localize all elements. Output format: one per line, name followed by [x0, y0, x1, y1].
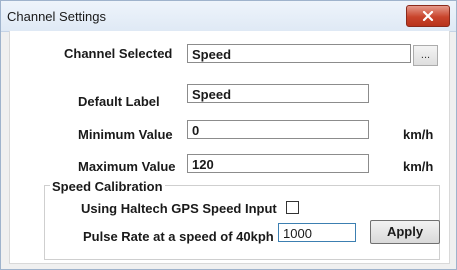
gps-checkbox-label: Using Haltech GPS Speed Input [81, 201, 277, 216]
pulse-rate-field[interactable]: 1000 [278, 223, 356, 242]
apply-button[interactable]: Apply [370, 220, 440, 244]
maximum-value-field[interactable]: 120 [187, 154, 369, 173]
gps-speed-input-checkbox[interactable] [286, 201, 299, 214]
channel-selected-field[interactable]: Speed [187, 44, 411, 63]
dialog-title: Channel Settings [7, 9, 107, 24]
close-button[interactable] [406, 5, 450, 27]
maximum-value-label: Maximum Value [78, 159, 176, 174]
speed-calibration-title: Speed Calibration [50, 179, 165, 194]
channel-selected-label: Channel Selected [64, 46, 173, 61]
close-icon [422, 11, 434, 21]
default-label-field[interactable]: Speed [187, 84, 369, 103]
minimum-unit: km/h [403, 127, 434, 142]
minimum-value-label: Minimum Value [78, 127, 173, 142]
browse-button[interactable]: ... [413, 45, 438, 66]
default-label-label: Default Label [78, 94, 160, 109]
minimum-value-field[interactable]: 0 [187, 120, 369, 139]
title-bar: Channel Settings [1, 1, 456, 32]
maximum-unit: km/h [403, 159, 434, 174]
pulse-rate-label: Pulse Rate at a speed of 40kph [83, 229, 274, 244]
